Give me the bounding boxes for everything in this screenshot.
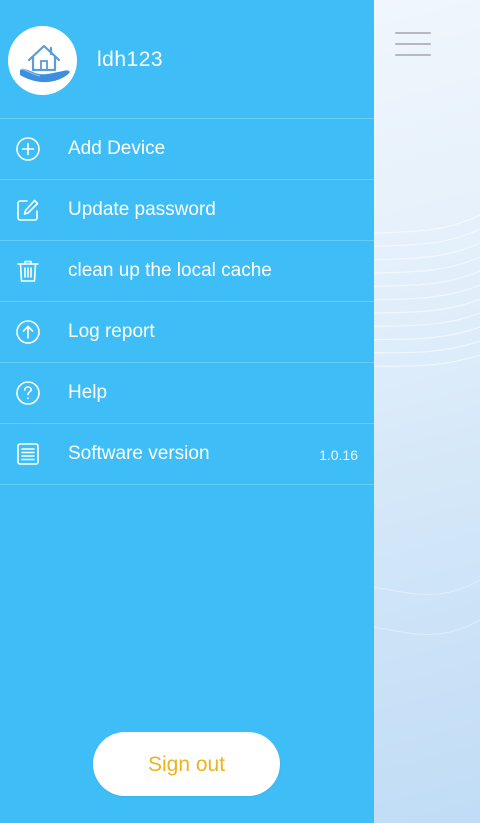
- trash-icon: [15, 258, 41, 284]
- drawer-menu: Add Device Update password clean up the …: [0, 118, 374, 485]
- menu-item-label: Help: [68, 382, 108, 403]
- menu-item-software-version[interactable]: Software version 1.0.16: [0, 424, 374, 485]
- plus-circle-icon: [15, 136, 41, 162]
- menu-item-clean-cache[interactable]: clean up the local cache: [0, 241, 374, 302]
- profile-header: ldh123: [0, 0, 374, 118]
- question-circle-icon: [15, 380, 41, 406]
- navigation-drawer: ldh123 Add Device Update password clean …: [0, 0, 374, 823]
- menu-item-label: Add Device: [68, 138, 166, 159]
- menu-item-label: Log report: [68, 321, 155, 342]
- version-number: 1.0.16: [319, 447, 358, 463]
- house-hand-logo-icon[interactable]: [8, 26, 77, 95]
- menu-item-label: Update password: [68, 199, 216, 220]
- hamburger-line: [395, 54, 431, 56]
- edit-pencil-icon: [15, 197, 41, 223]
- menu-item-add-device[interactable]: Add Device: [0, 119, 374, 180]
- sign-out-button[interactable]: Sign out: [93, 732, 280, 796]
- app-screen: ldh123 Add Device Update password clean …: [0, 0, 480, 823]
- document-lines-icon: [15, 441, 41, 467]
- menu-item-label: Software version: [68, 443, 210, 464]
- menu-item-label: clean up the local cache: [68, 260, 272, 281]
- username: ldh123: [97, 48, 164, 71]
- menu-item-help[interactable]: Help: [0, 363, 374, 424]
- menu-toggle-icon[interactable]: [395, 32, 431, 56]
- menu-item-update-password[interactable]: Update password: [0, 180, 374, 241]
- menu-item-log-report[interactable]: Log report: [0, 302, 374, 363]
- hamburger-line: [395, 32, 431, 34]
- upload-arrow-circle-icon: [15, 319, 41, 345]
- hamburger-line: [395, 43, 431, 45]
